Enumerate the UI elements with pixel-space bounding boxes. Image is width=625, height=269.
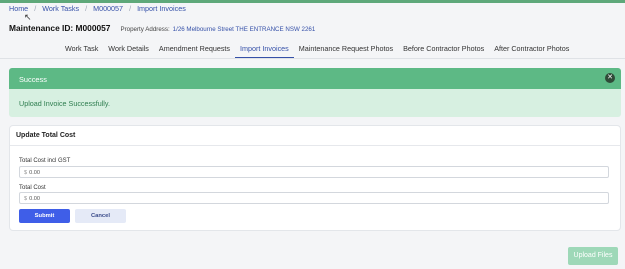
tab-import-invoices[interactable]: Import Invoices (235, 41, 294, 58)
total-cost-label: Total Cost (19, 185, 46, 191)
breadcrumb-import-invoices[interactable]: Import Invoices (137, 4, 186, 13)
tab-after-contractor-photos[interactable]: After Contractor Photos (489, 41, 574, 58)
tab-work-details[interactable]: Work Details (103, 41, 154, 58)
breadcrumb-separator: / (129, 4, 132, 13)
property-address-link[interactable]: 1/26 Melbourne Street THE ENTRANCE NSW 2… (173, 26, 316, 33)
dollar-icon: $ (24, 169, 28, 176)
tab-maintenance-request-photos[interactable]: Maintenance Request Photos (294, 41, 398, 58)
tab-work-task[interactable]: Work Task (60, 41, 103, 58)
total-cost-incl-gst-input[interactable]: $0.00 (19, 166, 609, 178)
top-accent-bar (0, 0, 625, 3)
cancel-button[interactable]: Cancel (75, 209, 126, 223)
tab-divider (0, 58, 625, 59)
breadcrumb-work-tasks[interactable]: Work Tasks (42, 4, 79, 13)
tab-amendment-requests[interactable]: Amendment Requests (154, 41, 235, 58)
dollar-icon: $ (24, 195, 28, 202)
total-cost-input[interactable]: $0.00 (19, 192, 609, 204)
breadcrumb-separator: / (85, 4, 88, 13)
total-cost-value: 0.00 (29, 195, 41, 202)
card-title: Update Total Cost (10, 126, 620, 146)
tab-bar: Work Task Work Details Amendment Request… (60, 41, 574, 58)
tab-before-contractor-photos[interactable]: Before Contractor Photos (398, 41, 489, 58)
total-cost-incl-gst-value: 0.00 (29, 169, 41, 176)
breadcrumb-separator: / (34, 4, 37, 13)
maintenance-id: Maintenance ID: M000057 (9, 23, 111, 33)
alert-title: Success (19, 75, 47, 84)
submit-button[interactable]: Submit (19, 209, 70, 223)
maintenance-header: Maintenance ID: M000057 Property Address… (9, 23, 315, 33)
success-alert-header: Success ✕ (9, 68, 621, 89)
mouse-cursor-icon: ↖ (24, 12, 32, 22)
breadcrumb: Home / Work Tasks / M000057 / Import Inv… (9, 4, 186, 13)
upload-files-button[interactable]: Upload Files (568, 247, 618, 265)
alert-message: Upload Invoice Successfully. (19, 99, 110, 108)
update-total-cost-card: Update Total Cost Total Cost incl GST $0… (9, 125, 621, 231)
total-cost-incl-gst-label: Total Cost incl GST (19, 158, 71, 164)
breadcrumb-maintenance-id[interactable]: M000057 (93, 4, 123, 13)
close-icon[interactable]: ✕ (605, 73, 615, 83)
success-alert-body: Upload Invoice Successfully. (9, 89, 621, 117)
property-address-label: Property Address: (120, 26, 170, 33)
